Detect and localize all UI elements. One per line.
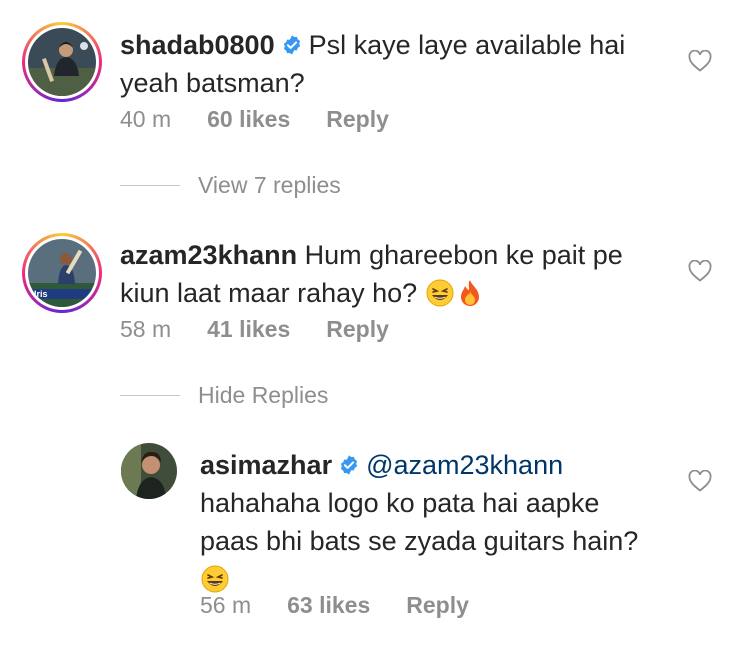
comment-likes[interactable]: 60 likes (207, 106, 290, 133)
svg-text:Iris: Iris (34, 289, 48, 299)
avatar: Iris (28, 239, 96, 307)
replies-divider (120, 395, 180, 396)
comment-username[interactable]: azam23khann (120, 240, 297, 270)
comment-meta: 58 m 41 likes Reply (120, 316, 389, 343)
reply-button[interactable]: Reply (406, 592, 469, 619)
comment-likes[interactable]: 63 likes (287, 592, 370, 619)
replies-divider (120, 185, 180, 186)
comment-text: azam23khann Hum ghareebon ke pait pe kiu… (120, 236, 623, 312)
reply-button[interactable]: Reply (326, 106, 389, 133)
comment-username[interactable]: asimazhar (200, 450, 332, 480)
heart-outline-icon[interactable] (688, 470, 712, 492)
avatar-story-ring-azam23khann[interactable]: Iris (22, 233, 102, 313)
comment-body: hahahaha logo ko pata hai aapke (200, 488, 600, 518)
laughing-emoji-icon (426, 279, 454, 307)
comment-text: asimazhar @azam23khann hahahaha logo ko p… (200, 446, 638, 598)
comment-time: 58 m (120, 316, 172, 342)
verified-badge-icon (341, 455, 358, 475)
comment-body: Psl kaye laye available hai (308, 30, 626, 60)
laughing-emoji-icon (201, 565, 229, 593)
comment-time: 56 m (200, 592, 252, 618)
comment-time: 40 m (120, 106, 172, 132)
avatar-story-ring-shadab0800[interactable] (22, 22, 102, 102)
reply-button[interactable]: Reply (326, 316, 389, 343)
comment-likes[interactable]: 41 likes (207, 316, 290, 343)
view-replies-button[interactable]: View 7 replies (120, 172, 341, 199)
view-replies-label: View 7 replies (198, 172, 341, 198)
comment-body-line2: paas bhi bats se zyada guitars hain? (200, 526, 639, 556)
avatar[interactable] (121, 443, 177, 499)
comment-meta: 56 m 63 likes Reply (200, 592, 469, 619)
comment-body: Hum ghareebon ke pait pe (304, 240, 623, 270)
comment-username[interactable]: shadab0800 (120, 30, 275, 60)
verified-badge-icon (283, 35, 300, 55)
hide-replies-label: Hide Replies (198, 382, 329, 408)
heart-outline-icon[interactable] (688, 50, 712, 72)
avatar (28, 28, 96, 96)
comment-body-line2: yeah batsman? (120, 68, 305, 98)
hide-replies-button[interactable]: Hide Replies (120, 382, 328, 409)
comment-text: shadab0800 Psl kaye laye available hai ye… (120, 26, 625, 102)
comment-meta: 40 m 60 likes Reply (120, 106, 389, 133)
heart-outline-icon[interactable] (688, 260, 712, 282)
mention-link[interactable]: @azam23khann (366, 450, 563, 480)
comment-body-line2: kiun laat maar rahay ho? (120, 278, 418, 308)
fire-emoji-icon (460, 280, 479, 306)
